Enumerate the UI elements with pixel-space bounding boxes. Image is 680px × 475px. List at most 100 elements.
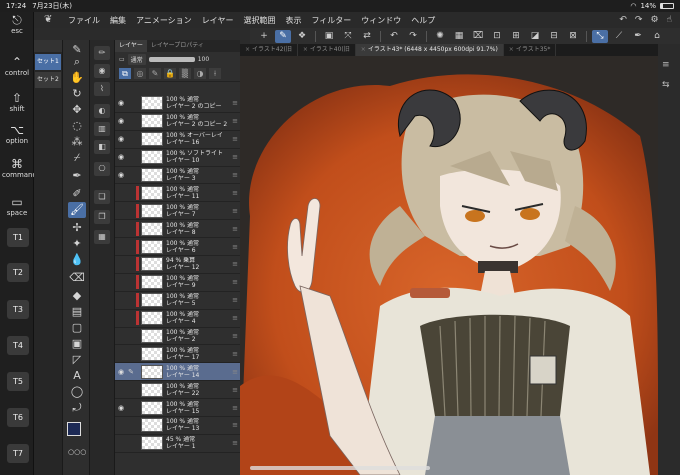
eye-icon[interactable]: ◉ [116, 135, 126, 143]
menu-view[interactable]: 表示 [285, 15, 301, 26]
undo-icon[interactable]: ↶ [619, 15, 627, 25]
menu-help[interactable]: ヘルプ [411, 15, 435, 26]
tab-illust-43[interactable]: × イラスト43* (6448 x 4450px 600dpi 91.7%) [355, 44, 504, 56]
brush-icon[interactable]: 🖌 [68, 202, 86, 218]
t7-key[interactable]: T7 [7, 444, 29, 463]
t6-key[interactable]: T6 [7, 408, 29, 427]
layer-row[interactable]: 100 % 通常 レイヤー 4 ≡ [115, 310, 241, 328]
blend-icon[interactable]: 💧 [68, 252, 86, 268]
text-tool-icon[interactable]: A [68, 368, 86, 384]
shift-key[interactable]: ⇧ shift [2, 92, 32, 114]
layer-row[interactable]: 100 % 通常 レイヤー 17 ≡ [115, 345, 241, 364]
drawing-canvas[interactable] [240, 56, 658, 475]
menu-filter[interactable]: フィルター [311, 15, 351, 26]
layer-row[interactable]: 100 % 通常 レイヤー 13 ≡ [115, 417, 241, 435]
pencil-icon[interactable]: ✐ [68, 186, 86, 202]
drag-handle-icon[interactable]: ≡ [232, 243, 238, 251]
t5-key[interactable]: T5 [7, 372, 29, 391]
drag-handle-icon[interactable]: ≡ [232, 278, 238, 286]
eye-icon[interactable]: ◉ [116, 117, 126, 125]
drag-handle-icon[interactable]: ≡ [232, 332, 238, 340]
drag-handle-icon[interactable]: ≡ [232, 153, 238, 161]
rotate-icon[interactable]: ↻ [68, 86, 86, 102]
lock-alpha-icon[interactable]: ▒ [179, 68, 191, 79]
layer-row[interactable]: 100 % 通常 レイヤー 8 ≡ [115, 220, 241, 239]
app-logo-icon[interactable]: ❦ [44, 15, 58, 25]
layer-row[interactable]: ◉ 100 % オーバーレイ レイヤー 16 ≡ [115, 131, 241, 149]
main-color-swatch[interactable] [67, 422, 81, 436]
menu-file[interactable]: ファイル [68, 15, 100, 26]
crop-icon[interactable]: ⊞ [508, 30, 524, 43]
menu-edit[interactable]: 編集 [110, 15, 126, 26]
layer-property-icon[interactable]: ❐ [94, 210, 110, 224]
menu-animation[interactable]: アニメーション [136, 15, 192, 26]
lock-icon[interactable]: 🔒 [164, 68, 176, 79]
layer-row[interactable]: ◉ ✎ 100 % 通常 レイヤー 14 ≡ [115, 363, 241, 382]
redo-cmd-icon[interactable]: ↷ [405, 30, 421, 43]
option-key[interactable]: ⌥ option [2, 124, 32, 146]
snap-icon[interactable]: ⤡ [592, 29, 608, 43]
layer-row[interactable]: 100 % 通常 レイヤー 5 ≡ [115, 292, 241, 310]
layer-row[interactable]: 45 % 通常 レイヤー 1 ≡ [115, 435, 241, 453]
eraser-icon[interactable]: ⌫ [68, 270, 86, 286]
flip-icon[interactable]: ⇄ [359, 30, 375, 43]
layer-row[interactable]: ◉ 100 % ソフトライト レイヤー 10 ≡ [115, 149, 241, 167]
redo-icon[interactable]: ↷ [635, 15, 643, 25]
eye-icon[interactable]: ◉ [116, 99, 126, 107]
layer-row[interactable]: ◉ 100 % 通常 レイヤー 2 のコピー ≡ [115, 95, 241, 113]
drag-handle-icon[interactable]: ≡ [232, 368, 238, 376]
drag-handle-icon[interactable]: ≡ [232, 350, 238, 358]
settings-icon[interactable]: ⚙ [650, 15, 658, 25]
layer-row[interactable]: 100 % 通常 レイヤー 11 ≡ [115, 184, 241, 203]
layer-row[interactable]: 100 % 通常 レイヤー 22 ≡ [115, 381, 241, 400]
brush-size-icon[interactable]: ✏ [94, 46, 110, 60]
lasso-icon[interactable]: ◌ [68, 118, 86, 134]
layer-row[interactable]: ◉ 100 % 通常 レイヤー 3 ≡ [115, 167, 241, 185]
layer-color-icon[interactable]: ▭ [119, 56, 125, 63]
control-key[interactable]: ⌃ control [2, 56, 32, 78]
esc-key[interactable]: ⎋ esc [2, 14, 32, 36]
opacity-slider[interactable] [148, 56, 195, 62]
layer-row[interactable]: 100 % 通常 レイヤー 2 ≡ [115, 328, 241, 346]
stamp-icon[interactable]: ⌂ [649, 30, 665, 43]
grid-icon[interactable]: ⊟ [546, 30, 562, 43]
undo-cmd-icon[interactable]: ↶ [386, 30, 402, 43]
deselect-icon[interactable]: ⊡ [489, 30, 505, 43]
frame-icon[interactable]: ▣ [68, 336, 86, 352]
subtool-set-2[interactable]: セット2 [35, 72, 61, 88]
t1-key[interactable]: T1 [7, 228, 29, 247]
drag-handle-icon[interactable]: ≡ [232, 189, 238, 197]
eye-icon[interactable]: ◉ [116, 404, 126, 412]
drag-handle-icon[interactable]: ≡ [232, 135, 238, 143]
clear-icon[interactable]: ⌧ [470, 30, 486, 43]
layer-row[interactable]: 100 % 通常 レイヤー 9 ≡ [115, 274, 241, 292]
brush-preset-icon[interactable]: ⌇ [94, 82, 110, 96]
select-pen-icon[interactable]: ✎ [275, 29, 291, 43]
decoration-icon[interactable]: ✦ [68, 236, 86, 252]
eye-icon[interactable]: ◉ [116, 171, 126, 179]
drag-handle-icon[interactable]: ≡ [232, 171, 238, 179]
t2-key[interactable]: T2 [7, 263, 29, 282]
clip-icon[interactable]: ⧉ [119, 68, 131, 79]
transparent-color-icon[interactable]: ○○○ [68, 444, 86, 460]
material-icon[interactable]: ▦ [94, 230, 110, 244]
mask-icon[interactable]: ◑ [194, 68, 206, 79]
subtool-set-1[interactable]: セット1 [35, 54, 61, 70]
layer-row[interactable]: 100 % 通常 レイヤー 7 ≡ [115, 202, 241, 221]
tab-illust-35[interactable]: × イラスト35* [504, 44, 557, 56]
drag-handle-icon[interactable]: ≡ [232, 99, 238, 107]
pen-tool-icon[interactable]: ✒ [68, 168, 86, 184]
command-key[interactable]: ⌘ command [2, 158, 37, 180]
blend-mode-select[interactable]: 通常 [127, 53, 146, 65]
layer-row[interactable]: 94 % 乗算 レイヤー 12 ≡ [115, 256, 241, 274]
drag-handle-icon[interactable]: ≡ [232, 260, 238, 268]
close-icon[interactable]: × [509, 46, 514, 53]
tab-illust-42[interactable]: × イラスト42(旧 [240, 44, 298, 56]
save-icon[interactable]: ▣ [321, 30, 337, 43]
ruler-icon[interactable]: ⟋ [611, 30, 627, 43]
pen-pressure-icon[interactable]: ✒ [630, 30, 646, 43]
layer-row[interactable]: ◉ 100 % 通常 レイヤー 15 ≡ [115, 399, 241, 418]
eye-icon[interactable]: ◉ [116, 153, 126, 161]
fill-tool-icon[interactable]: ◆ [68, 288, 86, 304]
t3-key[interactable]: T3 [7, 300, 29, 319]
